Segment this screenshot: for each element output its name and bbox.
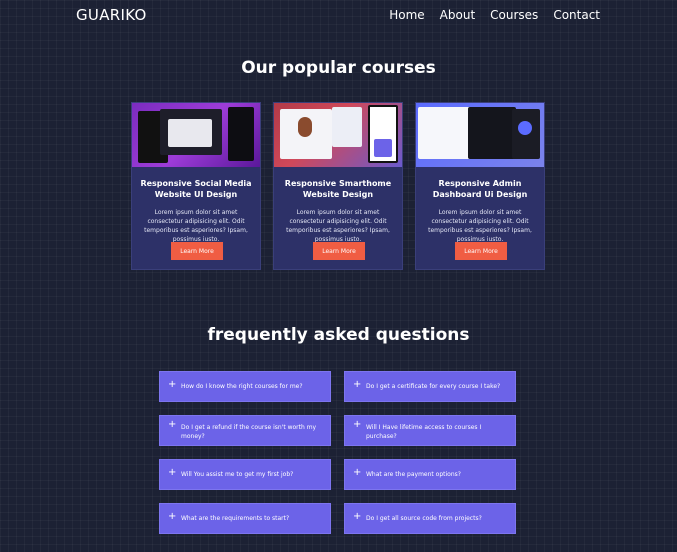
- faq-item[interactable]: + Will You assist me to get my first job…: [159, 459, 331, 490]
- faq-question: Do I get a refund if the course isn't wo…: [181, 424, 317, 440]
- faq-question: Will You assist me to get my first job?: [181, 471, 294, 478]
- plus-icon: +: [353, 467, 362, 478]
- nav-menu: Home About Courses Contact: [389, 8, 600, 22]
- nav-link-about[interactable]: About: [440, 8, 475, 22]
- course-card: Responsive Social Media Website UI Desig…: [131, 102, 261, 270]
- course-title: Responsive Social Media Website UI Desig…: [140, 179, 252, 199]
- course-card: Responsive Admin Dashboard Ui Design Lor…: [415, 102, 545, 270]
- faq-question: What are the payment options?: [366, 471, 461, 478]
- faq-question: Do I get all source code from projects?: [366, 515, 482, 522]
- course-title: Responsive Smarthome Website Design: [284, 179, 392, 199]
- plus-icon: +: [353, 511, 362, 522]
- plus-icon: +: [168, 419, 177, 430]
- logo[interactable]: GUARIKO: [76, 6, 147, 24]
- courses-section-title: Our popular courses: [241, 58, 436, 78]
- course-description: Lorem ipsum dolor sit amet consectetur a…: [286, 209, 390, 243]
- learn-more-button[interactable]: Learn More: [455, 242, 507, 260]
- faq-question: What are the requirements to start?: [181, 515, 290, 522]
- nav-link-home[interactable]: Home: [389, 8, 424, 22]
- faq-question: Will I Have lifetime access to courses I…: [366, 424, 482, 440]
- course-title: Responsive Admin Dashboard Ui Design: [432, 179, 528, 199]
- faq-list: + How do I know the right courses for me…: [159, 371, 516, 534]
- plus-icon: +: [168, 467, 177, 478]
- course-thumbnail: [132, 103, 260, 167]
- faq-section-title: frequently asked questions: [207, 325, 470, 345]
- course-description: Lorem ipsum dolor sit amet consectetur a…: [428, 209, 532, 243]
- faq-question: How do I know the right courses for me?: [181, 383, 303, 390]
- navbar: GUARIKO Home About Courses Contact: [0, 0, 677, 32]
- plus-icon: +: [168, 511, 177, 522]
- learn-more-button[interactable]: Learn More: [171, 242, 223, 260]
- plus-icon: +: [168, 379, 177, 390]
- nav-link-courses[interactable]: Courses: [490, 8, 538, 22]
- faq-item[interactable]: + Do I get all source code from projects…: [344, 503, 516, 534]
- faq-item[interactable]: + How do I know the right courses for me…: [159, 371, 331, 402]
- faq-item[interactable]: + What are the payment options?: [344, 459, 516, 490]
- faq-item[interactable]: + Do I get a refund if the course isn't …: [159, 415, 331, 446]
- nav-link-contact[interactable]: Contact: [553, 8, 600, 22]
- course-thumbnail: [274, 103, 402, 167]
- faq-item[interactable]: + What are the requirements to start?: [159, 503, 331, 534]
- course-description: Lorem ipsum dolor sit amet consectetur a…: [144, 209, 248, 243]
- course-cards: Responsive Social Media Website UI Desig…: [131, 102, 545, 270]
- plus-icon: +: [353, 379, 362, 390]
- course-thumbnail: [416, 103, 544, 167]
- faq-question: Do I get a certificate for every course …: [366, 383, 501, 390]
- course-card: Responsive Smarthome Website Design Lore…: [273, 102, 403, 270]
- faq-item[interactable]: + Will I Have lifetime access to courses…: [344, 415, 516, 446]
- faq-item[interactable]: + Do I get a certificate for every cours…: [344, 371, 516, 402]
- learn-more-button[interactable]: Learn More: [313, 242, 365, 260]
- plus-icon: +: [353, 419, 362, 430]
